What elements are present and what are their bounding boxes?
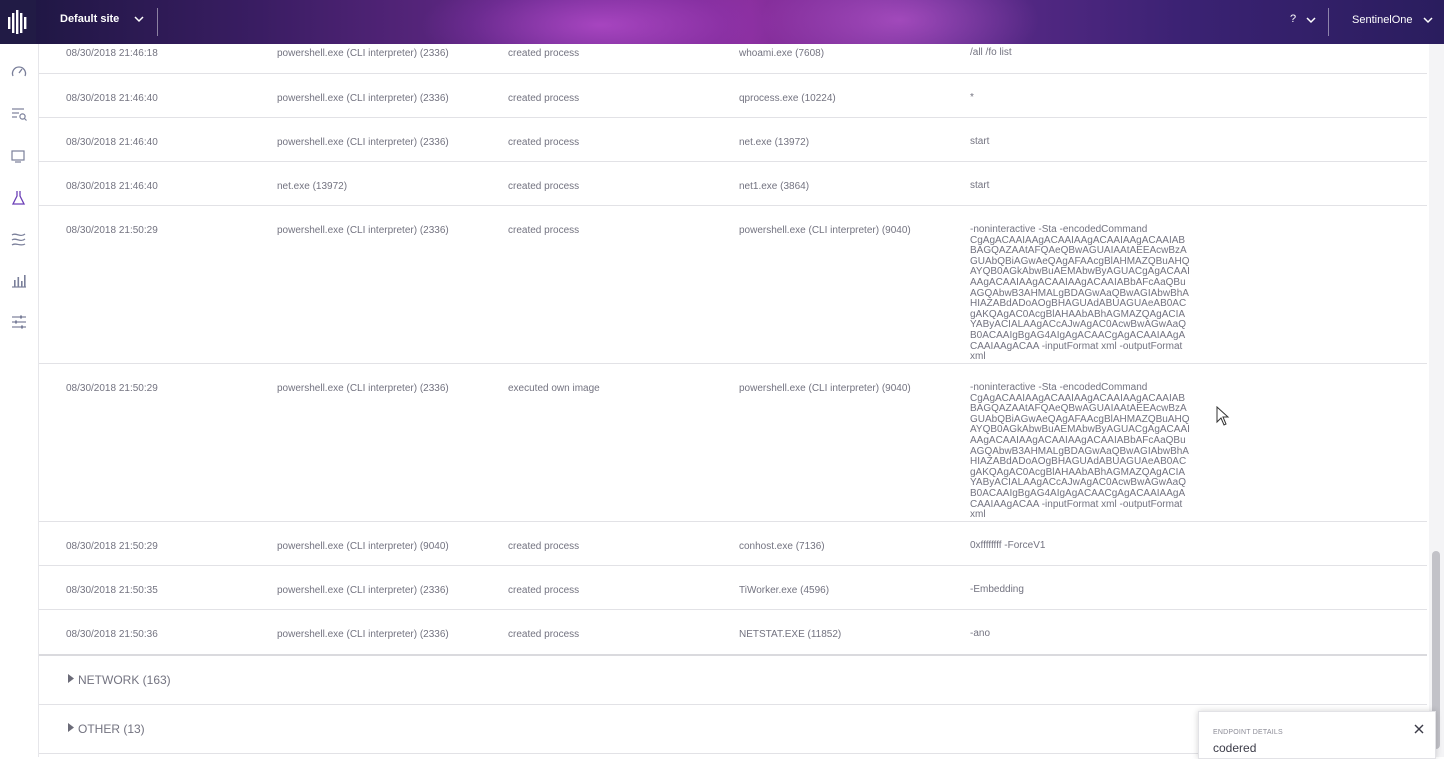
event-source: powershell.exe (CLI interpreter) (2336) (277, 225, 449, 236)
sentinelone-logo[interactable] (0, 0, 36, 44)
site-selector-label[interactable]: Default site (60, 13, 119, 25)
event-target: TiWorker.exe (4596) (739, 585, 830, 596)
top-bar: Default site ? SentinelOne (0, 0, 1444, 44)
event-action: created process (508, 181, 580, 192)
table-row[interactable]: 08/30/2018 21:46:40 powershell.exe (CLI … (39, 74, 1427, 118)
event-time: 08/30/2018 21:50:29 (66, 541, 158, 552)
network-section-toggle[interactable]: NETWORK (163) (39, 656, 1427, 705)
event-time: 08/30/2018 21:50:29 (66, 225, 158, 236)
event-time: 08/30/2018 21:46:40 (66, 137, 158, 148)
event-target: powershell.exe (CLI interpreter) (9040) (739, 383, 911, 394)
event-arguments: -noninteractive -Sta -encodedCommand CgA… (970, 382, 1190, 521)
mouse-cursor-icon (1216, 406, 1230, 426)
event-target: whoami.exe (7608) (739, 48, 825, 59)
event-source: powershell.exe (CLI interpreter) (2336) (277, 137, 449, 148)
event-time: 08/30/2018 21:46:18 (66, 48, 158, 59)
endpoint-name: codered (1213, 741, 1257, 755)
user-menu[interactable]: SentinelOne (1352, 14, 1413, 26)
event-time: 08/30/2018 21:50:35 (66, 585, 158, 596)
table-row[interactable]: 08/30/2018 21:50:36 powershell.exe (CLI … (39, 610, 1427, 656)
header-background-swirl-2 (760, 0, 1040, 44)
search-list-icon[interactable] (10, 105, 28, 123)
event-source: net.exe (13972) (277, 181, 348, 192)
event-source: powershell.exe (CLI interpreter) (9040) (277, 541, 449, 552)
event-source: powershell.exe (CLI interpreter) (2336) (277, 629, 449, 640)
event-action: executed own image (508, 383, 600, 394)
threat-flask-icon[interactable] (10, 189, 28, 207)
event-arguments: /all /fo list (970, 47, 1012, 58)
event-action: created process (508, 585, 580, 596)
event-action: created process (508, 541, 580, 552)
event-arguments: -noninteractive -Sta -encodedCommand CgA… (970, 224, 1190, 363)
dashboard-gauge-icon[interactable] (10, 63, 28, 81)
other-section-label: OTHER (13) (78, 722, 145, 736)
event-arguments: -Embedding (970, 584, 1024, 595)
event-target: conhost.exe (7136) (739, 541, 825, 552)
help-menu[interactable]: ? (1290, 13, 1296, 25)
event-arguments: 0xffffffff -ForceV1 (970, 540, 1046, 551)
sidebar-nav (0, 44, 39, 757)
table-row[interactable]: 08/30/2018 21:50:35 powershell.exe (CLI … (39, 566, 1427, 610)
endpoint-details-title: ENDPOINT DETAILS (1213, 729, 1283, 736)
event-target: NETSTAT.EXE (11852) (739, 629, 842, 640)
event-action: created process (508, 225, 580, 236)
table-row[interactable]: 08/30/2018 21:50:29 powershell.exe (CLI … (39, 364, 1427, 522)
event-source: powershell.exe (CLI interpreter) (2336) (277, 93, 449, 104)
event-action: created process (508, 93, 580, 104)
event-arguments: start (970, 136, 990, 147)
event-action: created process (508, 137, 580, 148)
event-action: created process (508, 629, 580, 640)
table-row[interactable]: 08/30/2018 21:50:29 powershell.exe (CLI … (39, 522, 1427, 566)
event-time: 08/30/2018 21:50:36 (66, 629, 158, 640)
header-divider (157, 8, 158, 36)
event-target: net.exe (13972) (739, 137, 810, 148)
event-source: powershell.exe (CLI interpreter) (2336) (277, 383, 449, 394)
table-row[interactable]: 08/30/2018 21:46:40 net.exe (13972) crea… (39, 162, 1427, 206)
event-target: qprocess.exe (10224) (739, 93, 836, 104)
event-arguments: -ano (970, 628, 991, 639)
devices-icon[interactable] (10, 147, 28, 165)
table-row[interactable]: 08/30/2018 21:46:40 powershell.exe (CLI … (39, 118, 1427, 162)
event-time: 08/30/2018 21:46:40 (66, 181, 158, 192)
chevron-down-icon[interactable] (1423, 15, 1433, 25)
header-background-swirl (420, 0, 780, 44)
event-action: created process (508, 48, 580, 59)
caret-right-icon (68, 674, 74, 683)
chevron-down-icon[interactable] (1306, 15, 1316, 25)
chevron-down-icon[interactable] (134, 14, 144, 24)
reports-chart-icon[interactable] (10, 272, 28, 290)
network-routes-icon[interactable] (10, 230, 28, 248)
table-row[interactable]: 08/30/2018 21:46:18 powershell.exe (CLI … (39, 44, 1427, 74)
endpoint-details-panel[interactable]: ENDPOINT DETAILS codered (1198, 711, 1436, 759)
header-divider (1328, 8, 1329, 36)
event-time: 08/30/2018 21:50:29 (66, 383, 158, 394)
event-target: net1.exe (3864) (739, 181, 810, 192)
event-target: powershell.exe (CLI interpreter) (9040) (739, 225, 911, 236)
event-source: powershell.exe (CLI interpreter) (2336) (277, 585, 449, 596)
close-icon[interactable] (1413, 723, 1425, 735)
caret-right-icon (68, 723, 74, 732)
logo-icon (8, 10, 27, 34)
table-row[interactable]: 08/30/2018 21:50:29 powershell.exe (CLI … (39, 206, 1427, 364)
event-arguments: start (970, 180, 990, 191)
settings-sliders-icon[interactable] (10, 313, 28, 331)
event-source: powershell.exe (CLI interpreter) (2336) (277, 48, 449, 59)
event-arguments: * (970, 92, 974, 103)
network-section-label: NETWORK (163) (78, 673, 171, 687)
event-time: 08/30/2018 21:46:40 (66, 93, 158, 104)
